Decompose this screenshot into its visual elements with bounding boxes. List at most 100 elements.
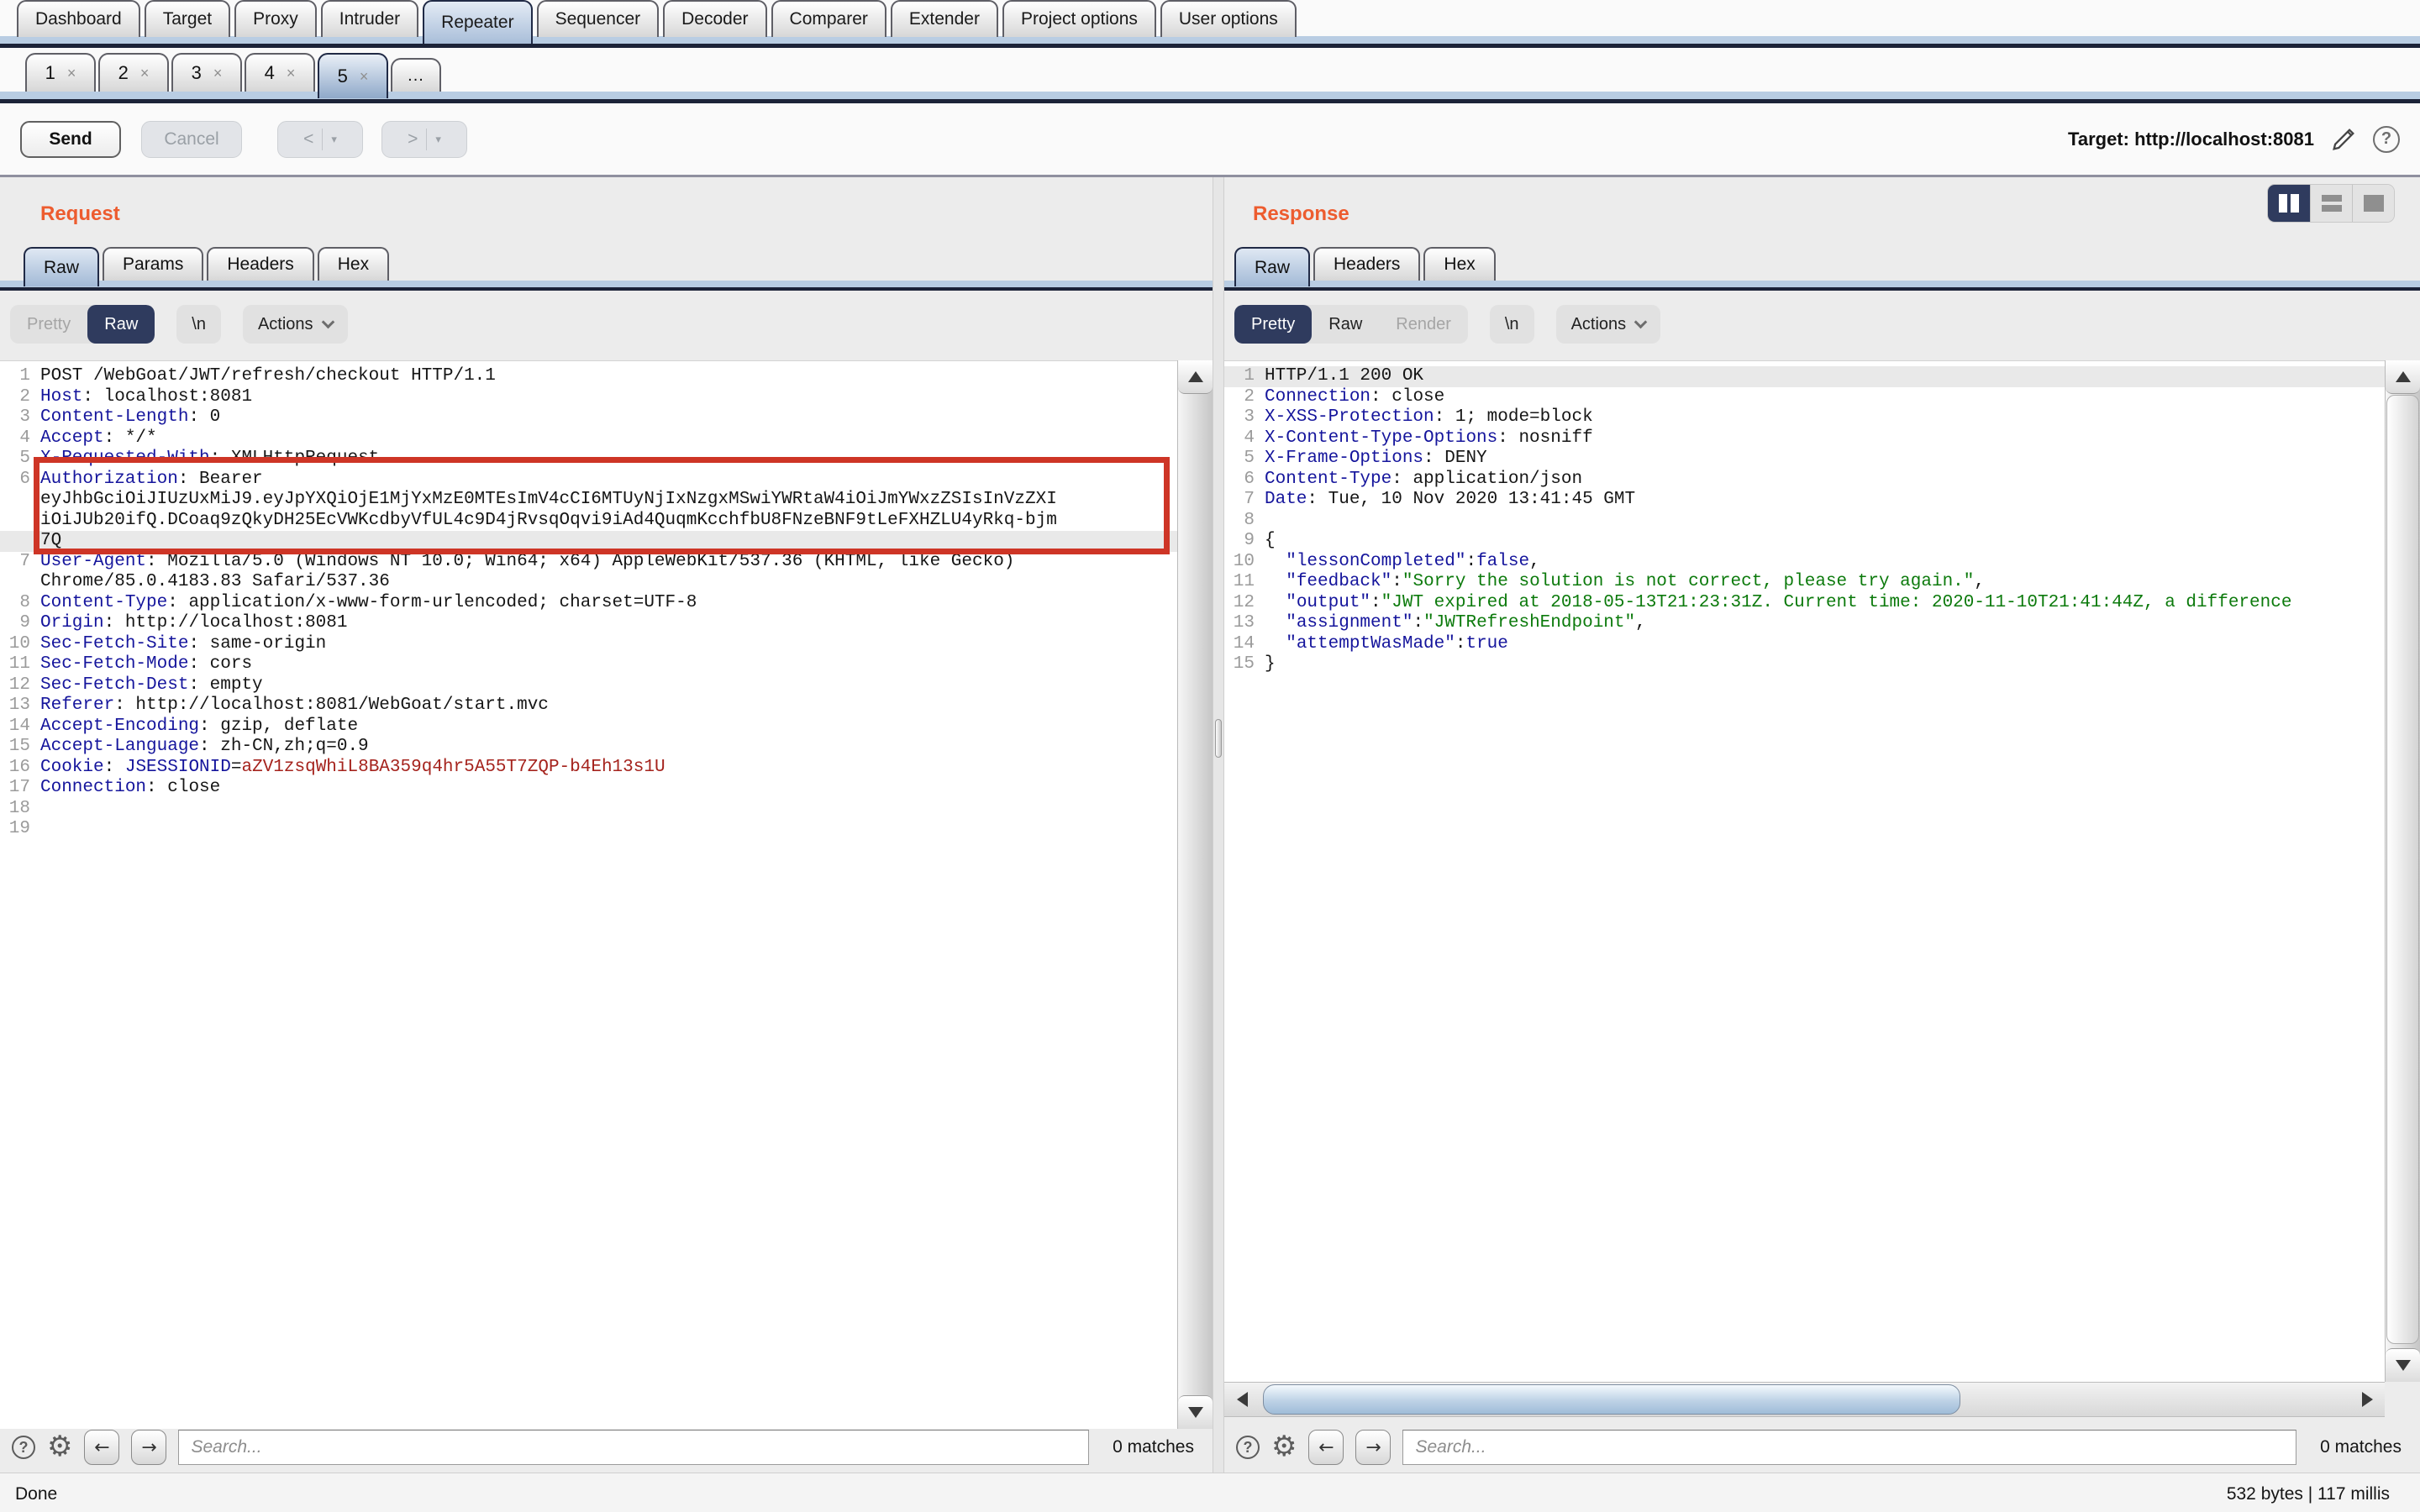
request-vertical-scrollbar[interactable] (1177, 360, 1213, 1429)
close-icon[interactable]: × (287, 65, 296, 82)
scrollbar-thumb[interactable] (2386, 395, 2419, 1344)
search-prev-button[interactable]: ← (1308, 1430, 1344, 1465)
close-icon[interactable]: × (140, 65, 150, 82)
main-tab-sequencer[interactable]: Sequencer (537, 0, 660, 37)
edit-target-pencil-icon[interactable] (2329, 125, 2358, 154)
status-bar: Done 532 bytes | 117 millis (0, 1473, 2420, 1512)
scroll-down-arrow[interactable] (1178, 1395, 1213, 1429)
repeater-toolbar: Send Cancel < ▾ > ▾ Target: http://local… (0, 103, 2420, 175)
line-number: 18 (0, 799, 40, 820)
request-search-input[interactable] (178, 1430, 1089, 1465)
split-divider[interactable] (1213, 177, 1224, 1473)
search-next-button[interactable]: → (1355, 1430, 1391, 1465)
main-tab-project-options[interactable]: Project options (1002, 0, 1156, 37)
main-tab-target[interactable]: Target (145, 0, 230, 37)
actions-button[interactable]: Actions (1556, 305, 1661, 344)
main-tab-repeater[interactable]: Repeater (423, 0, 532, 44)
main-tab-extender[interactable]: Extender (891, 0, 998, 37)
response-vertical-scrollbar[interactable] (2385, 360, 2420, 1382)
request-tab-raw[interactable]: Raw (24, 247, 99, 286)
request-tab-params[interactable]: Params (103, 247, 203, 281)
close-icon[interactable]: × (67, 65, 76, 82)
response-horizontal-scrollbar[interactable] (1224, 1382, 2385, 1417)
scroll-up-arrow[interactable] (2386, 360, 2420, 394)
close-icon[interactable]: × (360, 68, 369, 86)
response-editor[interactable]: 1HTTP/1.1 200 OK2Connection: close3X-XSS… (1224, 360, 2420, 1382)
repeater-tab-3[interactable]: 3× (171, 53, 242, 92)
scrollbar-thumb[interactable] (1263, 1384, 1960, 1415)
search-next-button[interactable]: → (131, 1430, 166, 1465)
search-settings-gear-icon[interactable]: ⚙ (47, 1432, 72, 1461)
line-number: 6 (1224, 470, 1265, 491)
send-button[interactable]: Send (20, 121, 121, 158)
layout-columns-button[interactable] (2268, 185, 2310, 222)
repeater-tab-1[interactable]: 1× (25, 53, 96, 92)
response-mode-raw[interactable]: Raw (1312, 305, 1379, 344)
main-tab-user-options[interactable]: User options (1160, 0, 1297, 37)
repeater-tab-5[interactable]: 5× (318, 53, 388, 98)
search-help-icon[interactable]: ? (12, 1436, 35, 1459)
main-tab-comparer[interactable]: Comparer (771, 0, 886, 37)
response-tab-raw[interactable]: Raw (1234, 247, 1310, 286)
split-divider-grip[interactable] (1215, 719, 1222, 758)
line-number: 3 (0, 407, 40, 428)
repeater-tab-4[interactable]: 4× (245, 53, 315, 92)
button-divider (322, 129, 323, 150)
scroll-up-arrow[interactable] (1178, 360, 1213, 394)
back-button[interactable]: < ▾ (277, 121, 363, 158)
search-help-icon[interactable]: ? (1236, 1436, 1260, 1459)
chevron-down-icon[interactable]: ▾ (435, 133, 441, 146)
line-number: 2 (0, 387, 40, 408)
newline-toggle-button[interactable]: \n (176, 305, 221, 344)
request-line-2: 2Host: localhost:8081 (0, 387, 1213, 408)
main-tab-dashboard[interactable]: Dashboard (17, 0, 140, 37)
search-settings-gear-icon[interactable]: ⚙ (1271, 1432, 1297, 1461)
response-tab-hex[interactable]: Hex (1423, 247, 1495, 281)
request-mode-raw[interactable]: Raw (87, 305, 155, 344)
main-tab-decoder[interactable]: Decoder (663, 0, 766, 37)
chevron-down-icon[interactable]: ▾ (331, 133, 337, 146)
actions-button[interactable]: Actions (243, 305, 348, 344)
scroll-right-arrow[interactable] (2351, 1383, 2383, 1415)
request-tab-headers[interactable]: Headers (207, 247, 313, 281)
forward-button[interactable]: > ▾ (381, 121, 467, 158)
repeater-tab-bar: 1×2×3×4×5×... (0, 48, 2420, 103)
line-content: Content-Length: 0 (40, 407, 1213, 428)
request-match-count: 0 matches (1113, 1437, 1194, 1457)
layout-rows-button[interactable] (2310, 185, 2352, 222)
response-match-count: 0 matches (2320, 1437, 2402, 1457)
search-prev-button[interactable]: ← (84, 1430, 119, 1465)
response-tab-headers[interactable]: Headers (1313, 247, 1420, 281)
line-number: 19 (0, 819, 40, 840)
close-icon[interactable]: × (213, 65, 223, 82)
scroll-down-arrow[interactable] (2386, 1348, 2420, 1382)
newline-toggle-button[interactable]: \n (1490, 305, 1534, 344)
response-line-1: 1HTTP/1.1 200 OK (1224, 366, 2420, 387)
main-tab-proxy[interactable]: Proxy (234, 0, 317, 37)
response-search-input[interactable] (1402, 1430, 2296, 1465)
response-line-12: 12 "output":"JWT expired at 2018-05-13T2… (1224, 593, 2420, 614)
response-mode-render: Render (1379, 305, 1468, 344)
response-size-time: 532 bytes | 117 millis (2227, 1484, 2405, 1504)
line-content: Chrome/85.0.4183.83 Safari/537.36 (40, 572, 1213, 593)
scroll-left-arrow[interactable] (1226, 1383, 1258, 1415)
response-line-6: 6Content-Type: application/json (1224, 470, 2420, 491)
repeater-tab-2[interactable]: 2× (98, 53, 169, 92)
request-search-bar: ? ⚙ ← → 0 matches (0, 1427, 1213, 1467)
request-tab-hex[interactable]: Hex (318, 247, 389, 281)
layout-toggle-group (2267, 184, 2395, 223)
layout-single-button[interactable] (2352, 185, 2394, 222)
response-line-5: 5X-Frame-Options: DENY (1224, 449, 2420, 470)
request-line-16: 16Cookie: JSESSIONID=aZV1zsqWhiL8BA359q4… (0, 758, 1213, 779)
line-number: 8 (1224, 511, 1265, 532)
line-number: 1 (1224, 366, 1265, 387)
repeater-tab-overflow[interactable]: ... (391, 58, 441, 92)
main-tab-intruder[interactable]: Intruder (321, 0, 418, 37)
line-content: Origin: http://localhost:8081 (40, 613, 1213, 634)
response-mode-pretty[interactable]: Pretty (1234, 305, 1312, 344)
request-line-17: 17Connection: close (0, 778, 1213, 799)
cancel-button[interactable]: Cancel (141, 121, 242, 158)
line-content (1265, 511, 2420, 532)
help-icon[interactable]: ? (2373, 126, 2400, 153)
request-editor[interactable]: 1POST /WebGoat/JWT/refresh/checkout HTTP… (0, 360, 1213, 1429)
